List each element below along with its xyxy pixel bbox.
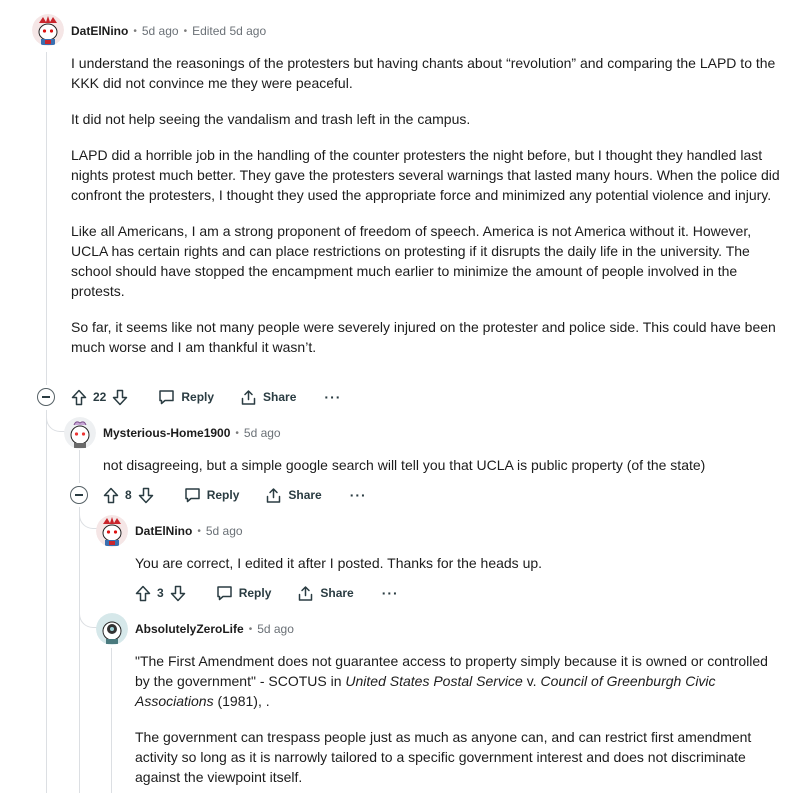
share-icon	[265, 487, 282, 504]
thread-line-child	[79, 450, 80, 483]
avatar-icon	[96, 613, 128, 645]
comment-paragraph: not disagreeing, but a simple google sea…	[103, 457, 706, 473]
comment-bubble-icon	[184, 487, 201, 503]
comment-actions: 3 Reply Share ···	[135, 581, 399, 605]
comment-actions: 22 Reply Share ···	[71, 385, 341, 409]
comment-paragraph: LAPD did a horrible job in the handling …	[71, 147, 780, 203]
quote-text: (1981), .	[213, 693, 270, 709]
vote-count: 8	[125, 488, 132, 502]
reply-button[interactable]: Reply	[158, 389, 214, 405]
more-options-button[interactable]: ···	[324, 389, 341, 405]
more-horizontal-icon: ···	[324, 389, 342, 405]
comment-paragraph: You are correct, I edited it after I pos…	[135, 555, 543, 571]
comment-meta: AbsolutelyZeroLife • 5d ago	[135, 622, 294, 636]
comment-bubble-icon	[158, 389, 175, 405]
more-options-button[interactable]: ···	[382, 585, 399, 601]
vote-count: 3	[157, 586, 164, 600]
share-button[interactable]: Share	[265, 487, 322, 504]
quote-paragraph: "The First Amendment does not guarantee …	[135, 651, 785, 711]
avatar[interactable]	[64, 417, 96, 449]
author-name[interactable]: DatElNino	[71, 24, 128, 38]
separator-dot: •	[197, 525, 201, 537]
arrow-up-icon[interactable]	[71, 389, 87, 406]
arrow-up-icon[interactable]	[135, 585, 151, 602]
author-name[interactable]: Mysterious-Home1900	[103, 426, 230, 440]
thread-line-root-lower	[46, 410, 47, 793]
share-button[interactable]: Share	[240, 389, 296, 406]
share-icon	[240, 389, 257, 406]
vote-group: 22	[71, 389, 128, 406]
arrow-down-icon[interactable]	[112, 389, 128, 406]
comment-actions: 8 Reply Share ···	[103, 483, 367, 507]
timestamp[interactable]: 5d ago	[142, 24, 179, 38]
thread-line-child-lower	[79, 507, 80, 793]
comment-meta: DatElNino • 5d ago • Edited 5d ago	[71, 24, 266, 38]
collapse-button[interactable]	[37, 388, 55, 406]
separator-dot: •	[248, 623, 253, 635]
comment-body: not disagreeing, but a simple google sea…	[103, 455, 783, 475]
share-label: Share	[288, 488, 322, 502]
collapse-minus-icon	[75, 494, 83, 496]
avatar[interactable]	[32, 14, 64, 46]
timestamp[interactable]: 5d ago	[244, 426, 281, 440]
share-button[interactable]: Share	[297, 585, 354, 602]
comment-paragraph: So far, it seems like not many people we…	[71, 319, 776, 355]
separator-dot: •	[133, 25, 137, 37]
share-label: Share	[263, 390, 297, 404]
arrow-down-icon[interactable]	[170, 585, 186, 602]
comment-paragraph: It did not help seeing the vandalism and…	[71, 111, 471, 127]
timestamp[interactable]: 5d ago	[206, 524, 243, 538]
thread-elbow	[46, 410, 66, 432]
avatar[interactable]	[96, 613, 128, 645]
comment-body: "The First Amendment does not guarantee …	[135, 651, 785, 787]
comment-body: You are correct, I edited it after I pos…	[135, 553, 785, 573]
thread-elbow	[79, 560, 99, 628]
more-horizontal-icon: ···	[349, 487, 367, 503]
reply-label: Reply	[238, 586, 272, 600]
thread-line-grandchild	[111, 648, 112, 793]
timestamp[interactable]: 5d ago	[257, 622, 294, 636]
vote-group: 3	[135, 585, 186, 602]
arrow-down-icon[interactable]	[138, 487, 154, 504]
edited-label: Edited 5d ago	[192, 24, 267, 38]
comment-paragraph: Like all Americans, I am a strong propon…	[71, 223, 752, 299]
comment-paragraph: The government can trespass people just …	[135, 729, 752, 785]
reply-button[interactable]: Reply	[216, 585, 272, 601]
avatar[interactable]	[96, 515, 128, 547]
comment-bubble-icon	[216, 585, 233, 601]
author-name[interactable]: DatElNino	[135, 524, 192, 538]
vote-count: 22	[93, 390, 107, 404]
separator-dot: •	[183, 25, 188, 37]
vote-group: 8	[103, 487, 154, 504]
thread-line-root	[46, 52, 47, 385]
more-horizontal-icon: ···	[381, 585, 399, 601]
comment-meta: DatElNino • 5d ago	[135, 524, 243, 538]
reply-label: Reply	[181, 390, 215, 404]
share-icon	[297, 585, 314, 602]
avatar-icon	[64, 417, 96, 449]
collapse-minus-icon	[42, 396, 50, 398]
comment-paragraph: I understand the reasonings of the prote…	[71, 55, 776, 91]
collapse-button[interactable]	[70, 486, 88, 504]
comment-meta: Mysterious-Home1900 • 5d ago	[103, 426, 281, 440]
more-options-button[interactable]: ···	[350, 487, 367, 503]
separator-dot: •	[235, 427, 239, 439]
reply-label: Reply	[206, 488, 240, 502]
avatar-icon	[32, 14, 64, 46]
author-name[interactable]: AbsolutelyZeroLife	[135, 622, 244, 636]
reply-button[interactable]: Reply	[184, 487, 240, 503]
comment-body: I understand the reasonings of the prote…	[71, 53, 783, 357]
quote-text: v.	[522, 673, 541, 689]
share-label: Share	[320, 586, 354, 600]
case-name: United States Postal Service	[345, 673, 523, 689]
avatar-icon	[96, 515, 128, 547]
arrow-up-icon[interactable]	[103, 487, 119, 504]
